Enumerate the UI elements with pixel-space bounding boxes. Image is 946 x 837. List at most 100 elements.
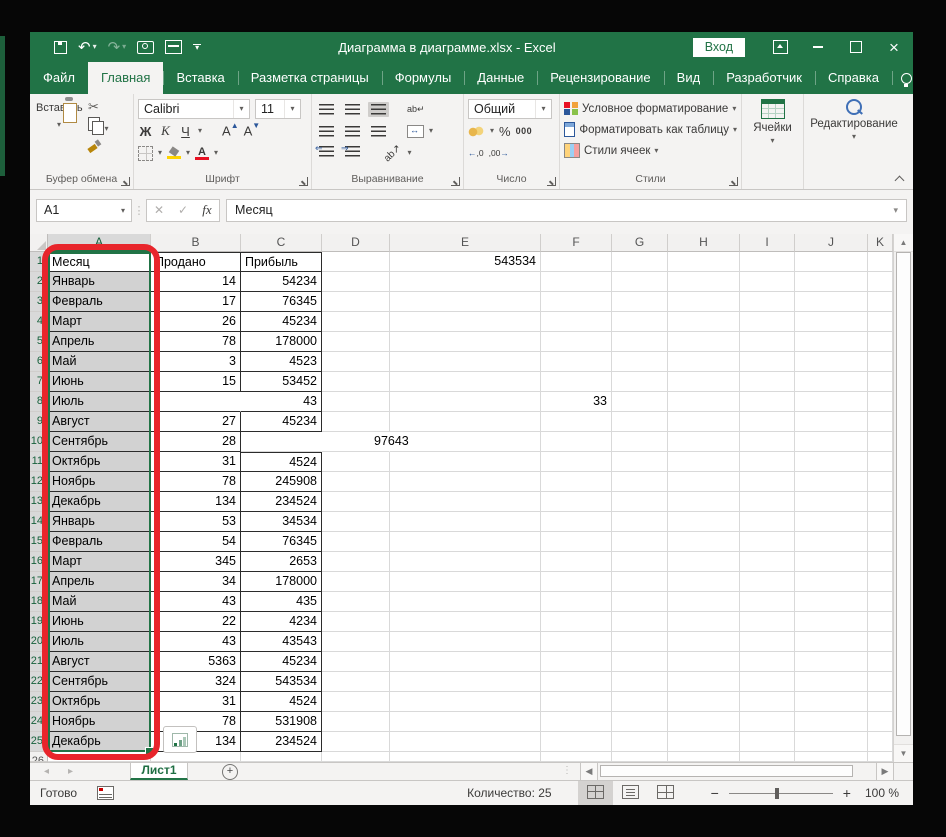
cell-F20[interactable] [541, 632, 612, 652]
cell-K13[interactable] [868, 492, 893, 512]
cell-I8[interactable] [740, 392, 795, 412]
zoom-in-button[interactable]: + [843, 785, 851, 801]
cell-H17[interactable] [668, 572, 740, 592]
format-painter-icon[interactable] [88, 140, 100, 152]
cell-B4[interactable]: 26 [151, 312, 241, 332]
cell-B21[interactable]: 5363 [151, 652, 241, 672]
cell-G6[interactable] [612, 352, 668, 372]
cell-E12[interactable] [390, 472, 541, 492]
cell-J17[interactable] [795, 572, 868, 592]
cell-G23[interactable] [612, 692, 668, 712]
decrease-indent-icon[interactable]: ⇐ [315, 142, 337, 164]
cell-B15[interactable]: 54 [151, 532, 241, 552]
insert-function-icon[interactable]: fx [195, 202, 219, 218]
row-header-17[interactable]: 17 [30, 572, 48, 592]
cell-F12[interactable] [541, 472, 612, 492]
cell-J6[interactable] [795, 352, 868, 372]
cell-A2[interactable]: Январь [48, 272, 151, 292]
cell-J21[interactable] [795, 652, 868, 672]
cell-E11[interactable] [390, 452, 541, 472]
cell-G3[interactable] [612, 292, 668, 312]
cell-H25[interactable] [668, 732, 740, 752]
cell-J4[interactable] [795, 312, 868, 332]
cell-K20[interactable] [868, 632, 893, 652]
cell-C12[interactable]: 245908 [241, 472, 322, 492]
cell-F9[interactable] [541, 412, 612, 432]
cell-F4[interactable] [541, 312, 612, 332]
cell-D23[interactable] [322, 692, 390, 712]
cell-E8[interactable] [390, 392, 541, 412]
cell-E21[interactable] [390, 652, 541, 672]
tab-page-layout[interactable]: Разметка страницы [237, 62, 382, 94]
tab-help[interactable]: Справка [815, 62, 892, 94]
col-header-D[interactable]: D [322, 234, 390, 252]
currency-icon[interactable] [468, 124, 485, 138]
camera-icon[interactable] [137, 40, 155, 54]
cell-F5[interactable] [541, 332, 612, 352]
cell-H10[interactable] [668, 432, 740, 452]
minimize-button[interactable] [799, 32, 837, 62]
cell-B3[interactable]: 17 [151, 292, 241, 312]
cell-G18[interactable] [612, 592, 668, 612]
cell-C24[interactable]: 531908 [241, 712, 322, 732]
cells-button[interactable]: Ячейки ▾ [742, 94, 803, 146]
underline-button[interactable]: Ч [178, 124, 193, 139]
cell-D5[interactable] [322, 332, 390, 352]
row-header-8[interactable]: 8 [30, 392, 48, 412]
scroll-right-icon[interactable]: ▶ [876, 763, 894, 780]
orientation-icon[interactable]: ab↗ [382, 142, 404, 164]
row-header-26[interactable]: 26 [30, 752, 48, 762]
new-sheet-icon[interactable]: + [222, 764, 238, 780]
cell-A13[interactable]: Декабрь [48, 492, 151, 512]
formula-bar-expand-icon[interactable]: ▾ [893, 205, 898, 216]
row-header-23[interactable]: 23 [30, 692, 48, 712]
cell-E4[interactable] [390, 312, 541, 332]
cell-C25[interactable]: 234524 [241, 732, 322, 752]
tab-view[interactable]: Вид [663, 62, 714, 94]
row-header-12[interactable]: 12 [30, 472, 48, 492]
editing-button[interactable]: Редактирование ▾ [804, 94, 904, 142]
align-bottom-button[interactable] [368, 101, 389, 117]
italic-button[interactable]: К [158, 123, 173, 139]
cell-C18[interactable]: 435 [241, 592, 322, 612]
cell-I23[interactable] [740, 692, 795, 712]
cell-E3[interactable] [390, 292, 541, 312]
cell-G17[interactable] [612, 572, 668, 592]
cell-D13[interactable] [322, 492, 390, 512]
cell-H15[interactable] [668, 532, 740, 552]
select-all-button[interactable] [30, 234, 48, 252]
cell-I17[interactable] [740, 572, 795, 592]
formula-bar-grip[interactable]: ⋮ [132, 204, 146, 217]
cell-D22[interactable] [322, 672, 390, 692]
cell-G8[interactable] [612, 392, 668, 412]
cell-E7[interactable] [390, 372, 541, 392]
cell-G16[interactable] [612, 552, 668, 572]
col-header-A[interactable]: A [48, 234, 151, 252]
cell-D15[interactable] [322, 532, 390, 552]
cell-E23[interactable] [390, 692, 541, 712]
sheet-next-icon[interactable]: ▸ [68, 763, 73, 780]
fill-color-icon[interactable] [167, 145, 182, 159]
cell-F3[interactable] [541, 292, 612, 312]
cell-K5[interactable] [868, 332, 893, 352]
cell-H22[interactable] [668, 672, 740, 692]
cell-K16[interactable] [868, 552, 893, 572]
cell-B8[interactable] [151, 392, 241, 412]
cell-F7[interactable] [541, 372, 612, 392]
row-header-15[interactable]: 15 [30, 532, 48, 552]
col-header-F[interactable]: F [541, 234, 612, 252]
cell-D18[interactable] [322, 592, 390, 612]
cell-D17[interactable] [322, 572, 390, 592]
cell-D21[interactable] [322, 652, 390, 672]
cell-A3[interactable]: Февраль [48, 292, 151, 312]
cell-A23[interactable]: Октябрь [48, 692, 151, 712]
currency-dropdown-icon[interactable]: ▾ [490, 127, 494, 135]
cell-G7[interactable] [612, 372, 668, 392]
cell-K26[interactable] [868, 752, 893, 762]
cell-K10[interactable] [868, 432, 893, 452]
cell-C11[interactable]: 4524 [241, 452, 322, 472]
formula-input[interactable]: Месяц ▾ [226, 198, 907, 222]
row-header-20[interactable]: 20 [30, 632, 48, 652]
cell-I9[interactable] [740, 412, 795, 432]
cell-K25[interactable] [868, 732, 893, 752]
